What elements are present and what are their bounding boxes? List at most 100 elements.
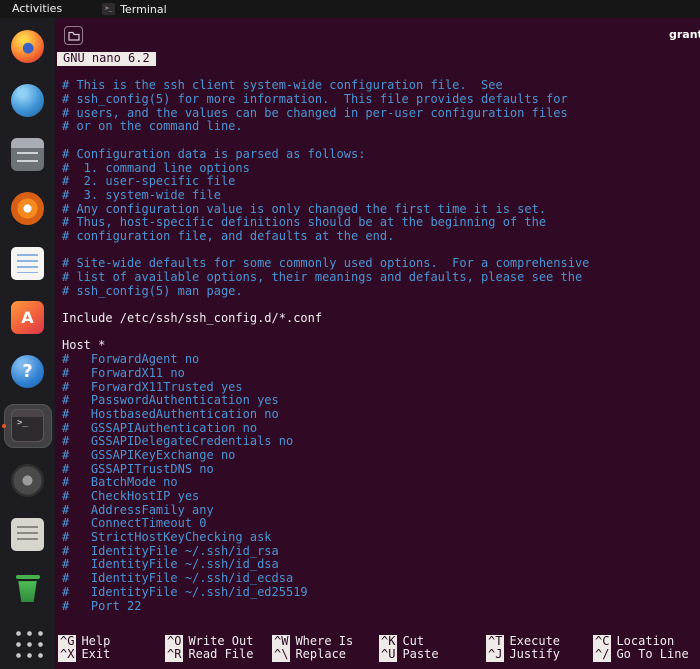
- help-icon: [11, 355, 44, 388]
- buffer-line: # or on the command line.: [62, 120, 700, 134]
- buffer-line: # Any configuration value is only change…: [62, 203, 700, 217]
- focused-app-indicator[interactable]: >_ Terminal: [102, 0, 167, 18]
- buffer-line: # Port 22: [62, 600, 700, 614]
- dock-item-writer[interactable]: [5, 242, 51, 284]
- shortcut-go-to-line: ^/ Go To Line: [593, 648, 700, 662]
- top-bar: Activities >_ Terminal: [0, 0, 700, 18]
- buffer-line: # AddressFamily any: [62, 504, 700, 518]
- shortcut-location: ^C Location: [593, 635, 700, 649]
- buffer-line: # Thus, host-specific definitions should…: [62, 216, 700, 230]
- dock-item-trash[interactable]: [5, 568, 51, 610]
- terminal-icon: [11, 409, 44, 442]
- shortcut-label: Write Out: [188, 635, 253, 648]
- shortcut-label: Go To Line: [616, 648, 688, 661]
- dock-item-thunderbird[interactable]: [5, 79, 51, 121]
- shortcut-key: ^W: [272, 635, 290, 649]
- shortcut-label: Replace: [295, 648, 346, 661]
- buffer-line: # ConnectTimeout 0: [62, 517, 700, 531]
- buffer-line: # IdentityFile ~/.ssh/id_rsa: [62, 545, 700, 559]
- shortcut-justify: ^J Justify: [486, 648, 593, 662]
- terminal-header: grant@: [55, 18, 700, 52]
- shortcut-key: ^O: [165, 635, 183, 649]
- shortcut-key: ^K: [379, 635, 397, 649]
- terminal-window[interactable]: grant@ GNU nano 6.2 # This is the ssh cl…: [55, 18, 700, 669]
- buffer-line: # GSSAPIKeyExchange no: [62, 449, 700, 463]
- trash-bin: [17, 581, 39, 602]
- dock-item-files[interactable]: [5, 134, 51, 176]
- buffer-line: Include /etc/ssh/ssh_config.d/*.conf: [62, 312, 700, 326]
- dock-item-terminal[interactable]: [5, 405, 51, 447]
- show-apps-icon: [12, 627, 44, 659]
- buffer-line: [62, 326, 700, 340]
- dock-item-software[interactable]: [5, 296, 51, 338]
- shortcut-write-out: ^O Write Out: [165, 635, 272, 649]
- shortcut-exit: ^XExit: [58, 648, 165, 662]
- dock-item-firefox[interactable]: [5, 25, 51, 67]
- buffer-line: # IdentityFile ~/.ssh/id_dsa: [62, 558, 700, 572]
- buffer-line: # PasswordAuthentication yes: [62, 394, 700, 408]
- buffer-line: # ForwardX11 no: [62, 367, 700, 381]
- nano-titlebar: GNU nano 6.2: [55, 52, 700, 66]
- shortcut-where-is: ^WWhere Is: [272, 635, 379, 649]
- shortcut-paste: ^U Paste: [379, 648, 486, 662]
- shortcut-label: Execute: [509, 635, 560, 648]
- buffer-line: [62, 298, 700, 312]
- nano-shortcuts: ^G Help ^O Write Out ^WWhere Is^K Cut ^TExecut…: [58, 635, 700, 662]
- firefox-icon: [11, 30, 44, 63]
- activities-button[interactable]: Activities: [0, 0, 74, 18]
- desktop: Activities >_ Terminal grant@ GNU nano 6…: [0, 0, 700, 669]
- shortcut-replace: ^\ Replace: [272, 648, 379, 662]
- trash-icon: [11, 572, 44, 605]
- shortcut-key: ^J: [486, 648, 504, 662]
- shortcut-label: Justify: [509, 648, 560, 661]
- text-editor-icon: [11, 518, 44, 551]
- writer-icon: [11, 247, 44, 280]
- buffer-line: # CheckHostIP yes: [62, 490, 700, 504]
- files-icon: [11, 138, 44, 171]
- shortcut-key: ^U: [379, 648, 397, 662]
- buffer-line: # users, and the values can be changed i…: [62, 107, 700, 121]
- dock-item-show-apps[interactable]: [5, 622, 51, 664]
- dock: [0, 18, 55, 669]
- shortcut-label: Help: [81, 635, 110, 648]
- shortcut-key: ^G: [58, 635, 76, 649]
- buffer-line: # IdentityFile ~/.ssh/id_ecdsa: [62, 572, 700, 586]
- shortcut-label: Cut: [402, 635, 424, 648]
- shortcut-key: ^R: [165, 648, 183, 662]
- shortcut-label: Location: [616, 635, 674, 648]
- dock-item-settings[interactable]: [5, 459, 51, 501]
- buffer-line: # This is the ssh client system-wide con…: [62, 79, 700, 93]
- buffer-line: # GSSAPIDelegateCredentials no: [62, 435, 700, 449]
- running-indicator: [2, 424, 6, 428]
- buffer-line: # StrictHostKeyChecking ask: [62, 531, 700, 545]
- rhythmbox-icon: [11, 192, 44, 225]
- new-tab-button[interactable]: [64, 26, 83, 45]
- buffer-line: Host *: [62, 339, 700, 353]
- shortcut-key: ^/: [593, 648, 611, 662]
- trash-lid: [16, 575, 40, 579]
- focused-app-label: Terminal: [120, 3, 167, 16]
- dock-item-text-editor[interactable]: [5, 513, 51, 555]
- shortcut-label: Exit: [81, 648, 110, 661]
- buffer-line: # HostbasedAuthentication no: [62, 408, 700, 422]
- buffer-line: # 3. system-wide file: [62, 189, 700, 203]
- shortcut-key: ^C: [593, 635, 611, 649]
- dock-item-rhythmbox[interactable]: [5, 188, 51, 230]
- buffer-line: [62, 134, 700, 148]
- buffer-line: # 2. user-specific file: [62, 175, 700, 189]
- buffer-line: # list of available options, their meani…: [62, 271, 700, 285]
- nano-buffer: # This is the ssh client system-wide con…: [55, 79, 700, 613]
- buffer-line: # ForwardAgent no: [62, 353, 700, 367]
- buffer-line: [62, 244, 700, 258]
- shortcut-key: ^\: [272, 648, 290, 662]
- shortcut-label: Paste: [402, 648, 438, 661]
- shortcut-label: Read File: [188, 648, 253, 661]
- settings-icon: [11, 464, 44, 497]
- shortcut-execute: ^TExecute: [486, 635, 593, 649]
- nano-spacer: [55, 66, 700, 80]
- buffer-line: # Site-wide defaults for some commonly u…: [62, 257, 700, 271]
- buffer-line: # ssh_config(5) man page.: [62, 285, 700, 299]
- buffer-line: # ssh_config(5) for more information. Th…: [62, 93, 700, 107]
- window-title: grant@: [669, 28, 700, 41]
- dock-item-help[interactable]: [5, 351, 51, 393]
